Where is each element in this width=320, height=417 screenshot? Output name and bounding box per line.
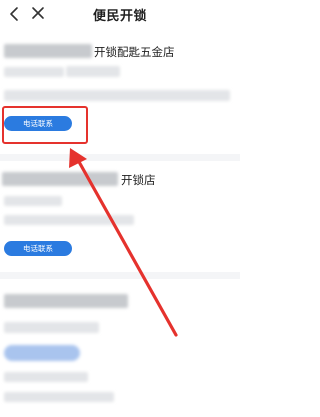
annotation-arrow-icon <box>69 148 178 337</box>
